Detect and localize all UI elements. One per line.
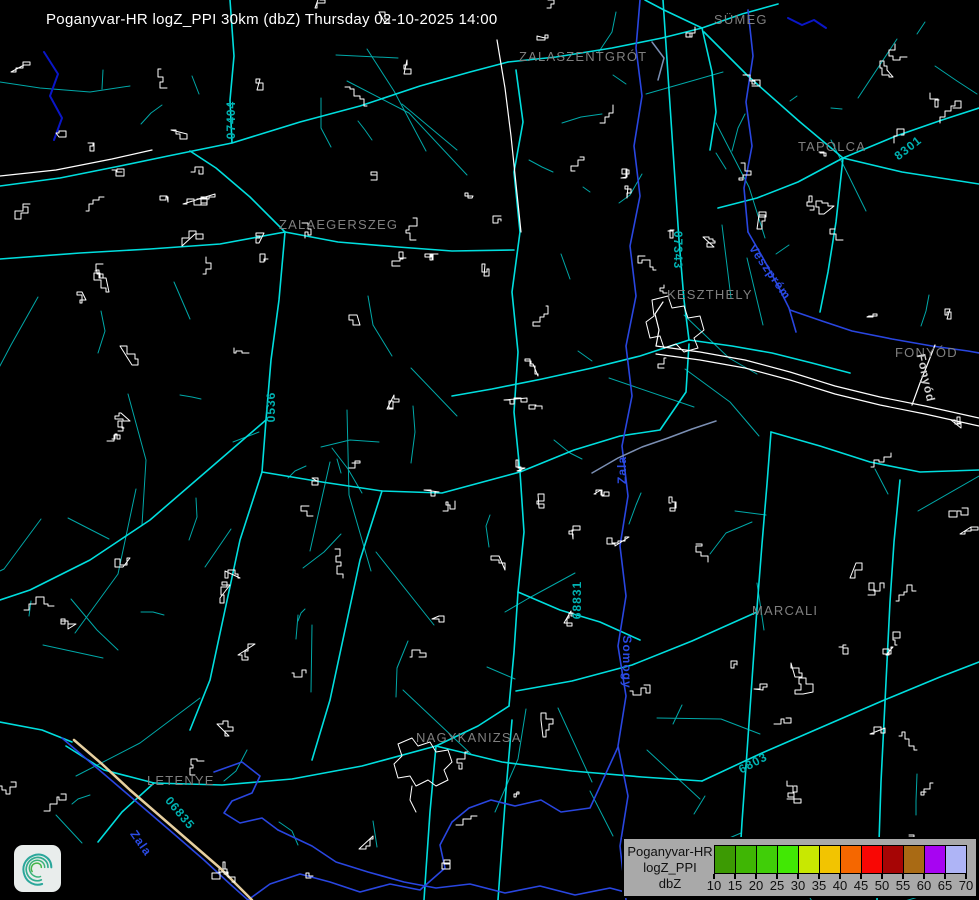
- roads-layer: [0, 0, 979, 900]
- legend-tick-label: 20: [749, 878, 763, 893]
- radar-map-view: SÜMEG ZALASZENTGRÓT TAPOLCA ZALAEGERSZEG KES…: [0, 0, 979, 900]
- legend-tick-label: 45: [854, 878, 868, 893]
- legend-cell: [798, 845, 820, 874]
- motorway-layer: [74, 740, 252, 900]
- city-label: ZALASZENTGRÓT: [519, 49, 647, 64]
- radar-echo-layer: [464, 457, 482, 476]
- road-label: 07404: [224, 101, 238, 139]
- rivers-layer: [44, 0, 979, 900]
- legend-cell: [777, 845, 799, 874]
- city-label: NAGYKANIZSA: [416, 730, 522, 745]
- settlements-layer: [0, 0, 978, 894]
- legend-cell: [861, 845, 883, 874]
- city-label: MARCALI: [752, 603, 818, 618]
- legend-tick-label: 65: [938, 878, 952, 893]
- legend-cell: [945, 845, 967, 874]
- legend-product-label: logZ_PPI: [626, 860, 714, 875]
- legend-tick-label: 15: [728, 878, 742, 893]
- map-canvas: [0, 0, 979, 900]
- radar-title: Poganyvar-HR logZ_PPI 30km (dbZ) Thursda…: [46, 11, 498, 28]
- legend-cell: [903, 845, 925, 874]
- road-label: 68831: [570, 581, 584, 619]
- legend-tick-label: 60: [917, 878, 931, 893]
- city-label: LETENYE: [147, 773, 215, 788]
- legend-tick-label: 10: [707, 878, 721, 893]
- city-label: TAPOLCA: [798, 139, 866, 154]
- legend-tick-label: 30: [791, 878, 805, 893]
- legend-unit-label: dbZ: [626, 876, 714, 891]
- weather-app-logo: [14, 845, 61, 892]
- legend-tick-label: 70: [959, 878, 973, 893]
- radar-echo-cell: [464, 457, 482, 476]
- legend-station-label: Poganyvar-HR: [626, 844, 714, 859]
- legend-tick-label: 35: [812, 878, 826, 893]
- city-label: KESZTHELY: [667, 287, 753, 302]
- city-label: ZALAEGERSZEG: [279, 217, 398, 232]
- legend-tick-label: 25: [770, 878, 784, 893]
- legend-cell: [714, 845, 736, 874]
- legend-tick-label: 50: [875, 878, 889, 893]
- spiral-icon: [18, 849, 58, 889]
- legend-cell: [756, 845, 778, 874]
- legend-cell: [882, 845, 904, 874]
- city-label: SÜMEG: [714, 12, 768, 27]
- legend-tick-label: 40: [833, 878, 847, 893]
- road-label: 0536: [264, 392, 278, 423]
- legend-cell: [819, 845, 841, 874]
- legend-tick-label: 55: [896, 878, 910, 893]
- road-label: Zala: [615, 456, 629, 484]
- legend-cell: [735, 845, 757, 874]
- legend-cell: [840, 845, 862, 874]
- road-label: Somogy: [620, 635, 634, 688]
- radar-legend: Poganyvar-HR logZ_PPI dbZ 10 15 20 25 30 35 40…: [622, 837, 978, 898]
- road-label: 07343: [671, 231, 685, 269]
- legend-cell: [924, 845, 946, 874]
